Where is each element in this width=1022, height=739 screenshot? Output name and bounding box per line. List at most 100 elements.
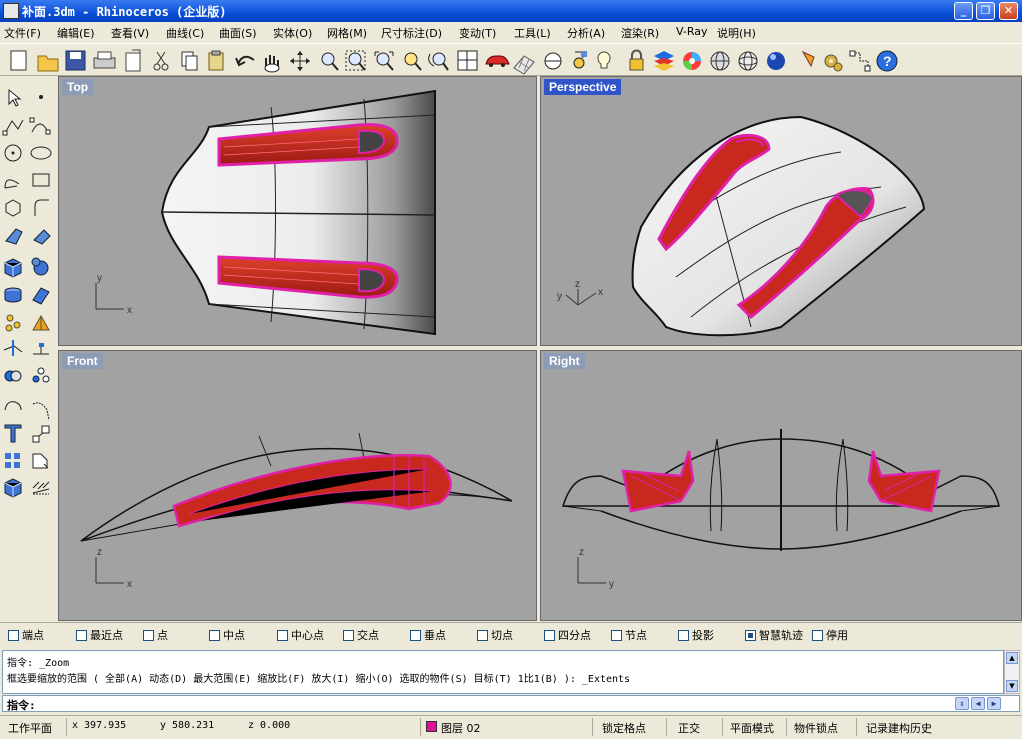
copy-icon[interactable] <box>181 51 198 71</box>
status-planar[interactable]: 平面模式 <box>730 720 774 736</box>
status-history[interactable]: 记录建构历史 <box>866 720 932 736</box>
osnap-checkbox[interactable] <box>209 630 220 641</box>
select-arrow-icon[interactable] <box>8 88 22 107</box>
cplane-icon[interactable] <box>544 52 562 70</box>
curve-icon[interactable] <box>29 117 51 135</box>
polygon-icon[interactable] <box>5 199 21 217</box>
menu-file[interactable]: 文件(F) <box>4 25 41 41</box>
osnap-checkbox[interactable] <box>143 630 154 641</box>
undo-view-icon[interactable] <box>428 52 449 71</box>
maximize-button[interactable]: ❐ <box>976 2 995 20</box>
history-scrollbar[interactable]: ▲ ▼ <box>1004 650 1020 694</box>
deform-icon[interactable] <box>32 314 50 331</box>
osnap-checkbox[interactable] <box>812 630 823 641</box>
grid-icon[interactable] <box>513 55 535 75</box>
color-wheel-icon[interactable] <box>683 52 701 70</box>
osnap-checkbox[interactable] <box>277 630 288 641</box>
sphere-render-icon[interactable] <box>767 52 785 70</box>
hatch-icon[interactable] <box>32 481 50 495</box>
sweep-icon[interactable] <box>32 402 50 421</box>
rectangle-icon[interactable] <box>32 173 50 187</box>
text-icon[interactable] <box>4 424 22 443</box>
paste-icon[interactable] <box>208 50 224 71</box>
scroll-down-icon[interactable]: ▼ <box>1006 680 1018 692</box>
loft-icon[interactable] <box>33 229 51 245</box>
viewport-label-right[interactable]: Right <box>544 353 585 369</box>
osnap-point[interactable]: 点 <box>143 627 168 643</box>
osnap-tangent[interactable]: 切点 <box>477 627 513 643</box>
status-snap[interactable]: 锁定格点 <box>602 720 646 736</box>
offset-icon[interactable] <box>4 401 22 411</box>
osnap-checkbox[interactable] <box>611 630 622 641</box>
osnap-checkbox[interactable] <box>745 630 756 641</box>
new-icon[interactable] <box>10 50 27 71</box>
ellipse-icon[interactable] <box>30 146 52 160</box>
menu-vray[interactable]: V-Ray <box>676 25 708 38</box>
viewport-label-top[interactable]: Top <box>62 79 94 95</box>
boolean-icon[interactable] <box>4 370 22 382</box>
sphere-icon[interactable] <box>31 257 49 276</box>
osnap-checkbox[interactable] <box>8 630 19 641</box>
command-dropdown-icon[interactable]: ⇕ <box>955 697 969 710</box>
osnap-perp[interactable]: 垂点 <box>410 627 446 643</box>
osnap-mid[interactable]: 中点 <box>209 627 245 643</box>
viewport-label-front[interactable]: Front <box>62 353 103 369</box>
menu-help[interactable]: 说明(H) <box>717 25 756 41</box>
menu-analyze[interactable]: 分析(A) <box>567 25 605 41</box>
osnap-center[interactable]: 中心点 <box>277 627 324 643</box>
scroll-up-icon[interactable]: ▲ <box>1006 652 1018 664</box>
trim-icon[interactable] <box>3 340 23 356</box>
viewport-top[interactable]: y x Top <box>58 76 537 346</box>
menu-transform[interactable]: 变动(T) <box>459 25 496 41</box>
zoom-selected-icon[interactable] <box>404 52 422 71</box>
circle-icon[interactable] <box>4 144 22 162</box>
transform-icon[interactable] <box>32 453 49 469</box>
viewport-perspective[interactable]: y x z Perspective <box>540 76 1022 346</box>
surface-icon[interactable] <box>5 228 23 245</box>
light-icon[interactable] <box>597 51 611 69</box>
arc-icon[interactable] <box>4 179 20 189</box>
status-ortho[interactable]: 正交 <box>678 720 700 736</box>
command-next-icon[interactable]: ▶ <box>987 697 1001 710</box>
viewport-label-perspective[interactable]: Perspective <box>544 79 622 95</box>
shaded-icon[interactable] <box>573 51 587 69</box>
dimension-icon[interactable] <box>33 343 49 355</box>
menu-view[interactable]: 查看(V) <box>111 25 149 41</box>
menu-mesh[interactable]: 网格(M) <box>327 25 367 41</box>
zoom-window-icon[interactable] <box>345 50 366 71</box>
move-icon[interactable] <box>5 314 21 332</box>
open-icon[interactable] <box>37 55 59 72</box>
cylinder-icon[interactable] <box>4 287 22 303</box>
osnap-checkbox[interactable] <box>343 630 354 641</box>
menu-dimension[interactable]: 尺寸标注(D) <box>381 25 442 41</box>
osnap-checkbox[interactable] <box>410 630 421 641</box>
osnap-near[interactable]: 最近点 <box>76 627 123 643</box>
box-icon[interactable] <box>4 258 22 278</box>
menu-edit[interactable]: 编辑(E) <box>57 25 95 41</box>
osnap-end[interactable]: 端点 <box>8 627 44 643</box>
gumball-icon[interactable] <box>849 50 871 72</box>
menu-surface[interactable]: 曲面(S) <box>219 25 257 41</box>
command-line[interactable]: 指令: ⇕ ◀ ▶ <box>2 695 1020 712</box>
pan-icon[interactable] <box>264 55 280 73</box>
print-icon[interactable] <box>93 51 116 69</box>
cut-icon[interactable] <box>153 51 169 71</box>
fillet-icon[interactable] <box>34 199 49 216</box>
sphere-grid-icon[interactable] <box>738 51 758 71</box>
import-icon[interactable] <box>125 49 141 72</box>
status-layer[interactable]: 图层 02 <box>441 720 481 736</box>
osnap-project[interactable]: 投影 <box>678 627 714 643</box>
menu-tools[interactable]: 工具(L) <box>514 25 551 41</box>
osnap-knot[interactable]: 节点 <box>611 627 647 643</box>
osnap-checkbox[interactable] <box>76 630 87 641</box>
osnap-smarttrack[interactable]: 智慧轨迹 <box>745 627 803 643</box>
scale-icon[interactable] <box>32 425 50 443</box>
sphere-wire-icon[interactable] <box>710 51 730 71</box>
mesh-icon[interactable] <box>4 478 22 498</box>
group-icon[interactable] <box>32 367 50 383</box>
lock-icon[interactable] <box>629 49 644 71</box>
osnap-checkbox[interactable] <box>477 630 488 641</box>
layer-icon[interactable] <box>654 51 674 71</box>
status-osnap[interactable]: 物件锁点 <box>794 720 838 736</box>
options-icon[interactable] <box>824 54 843 72</box>
